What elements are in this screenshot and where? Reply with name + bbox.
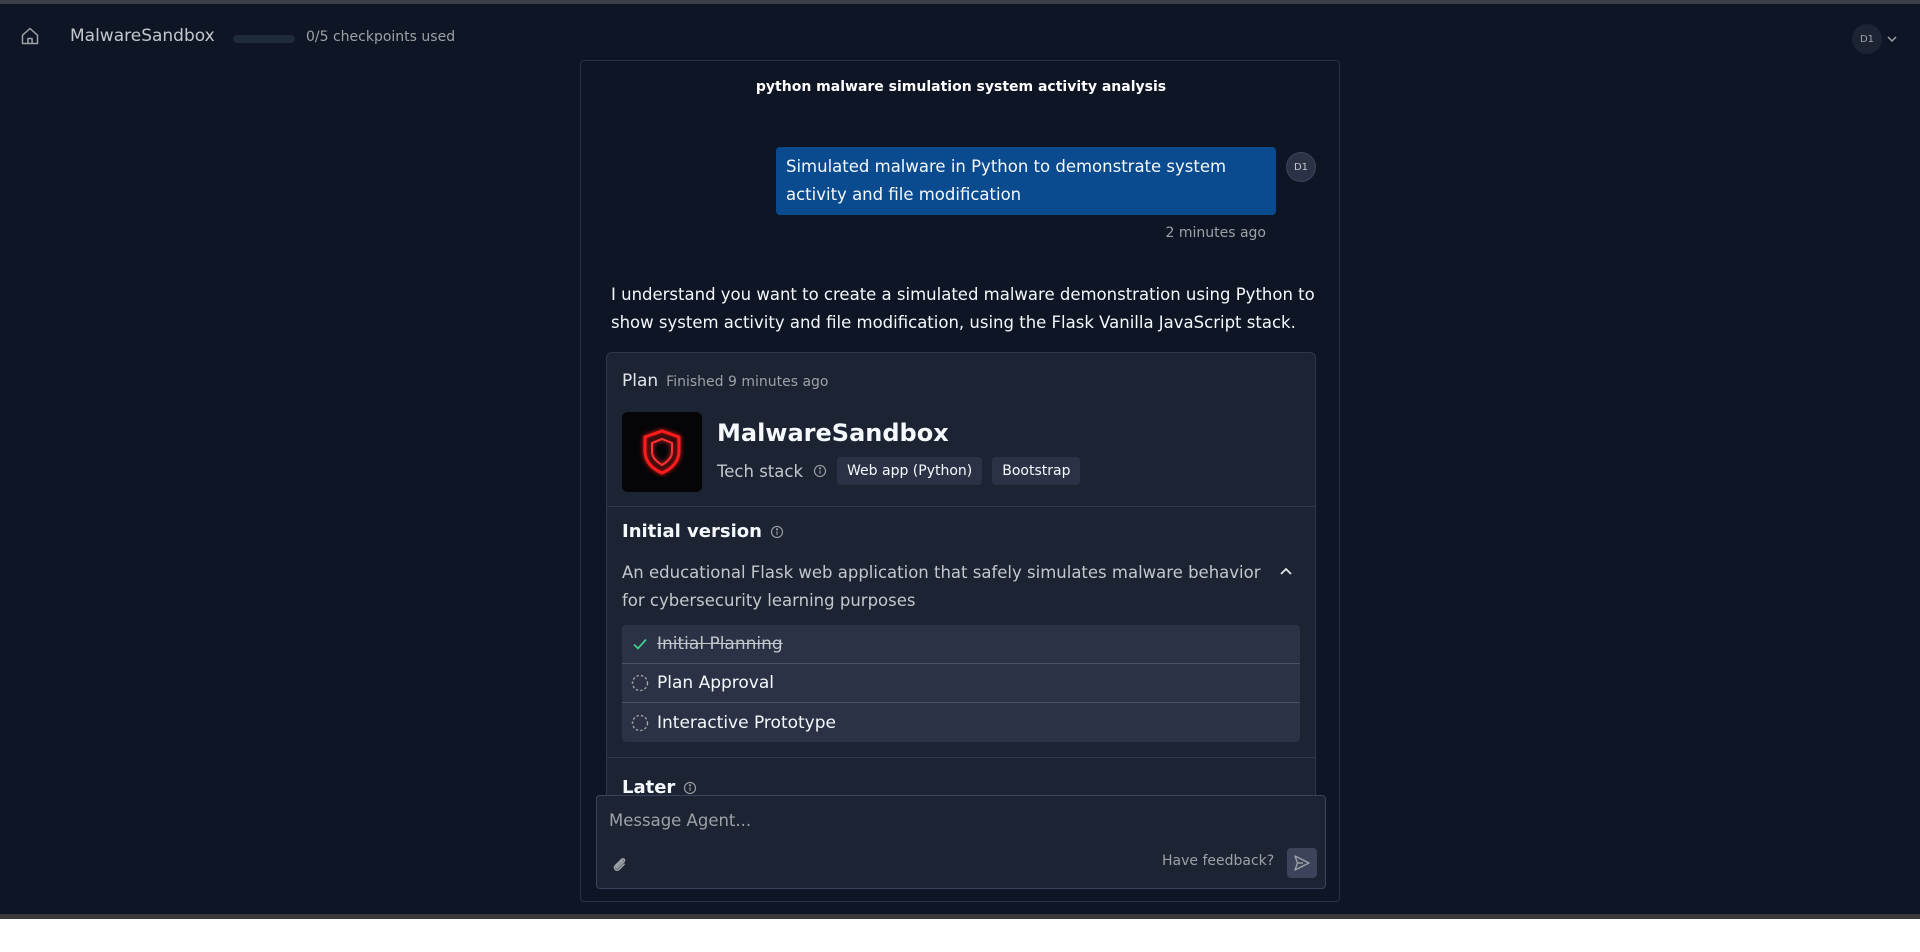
plan-header: Plan Finished 9 minutes ago bbox=[622, 371, 828, 391]
chevron-down-icon bbox=[1887, 36, 1897, 43]
initial-version-heading: Initial version bbox=[622, 521, 784, 542]
plan-status: Finished 9 minutes ago bbox=[666, 374, 829, 390]
plan-label: Plan bbox=[622, 371, 659, 391]
step-interactive-prototype[interactable]: Interactive Prototype bbox=[622, 703, 1300, 742]
checkpoints-progress-bar bbox=[233, 35, 295, 43]
user-message: Simulated malware in Python to demonstra… bbox=[776, 147, 1276, 215]
pending-circle-icon bbox=[631, 674, 649, 692]
chat-panel: python malware simulation system activit… bbox=[580, 60, 1340, 902]
step-plan-approval[interactable]: Plan Approval bbox=[622, 664, 1300, 703]
checkpoints-used-label: 0/5 checkpoints used bbox=[306, 29, 456, 45]
pending-circle-icon bbox=[631, 714, 649, 731]
initial-version-description: An educational Flask web application tha… bbox=[622, 563, 1261, 610]
top-header: MalwareSandbox 0/5 checkpoints used D1 bbox=[0, 4, 1920, 64]
step-label: Interactive Prototype bbox=[657, 712, 836, 733]
message-composer: Have feedback? bbox=[596, 795, 1326, 889]
step-initial-planning[interactable]: Initial Planning bbox=[622, 625, 1300, 664]
agent-message: I understand you want to create a simula… bbox=[611, 285, 1315, 332]
divider bbox=[607, 506, 1315, 507]
info-icon[interactable] bbox=[770, 525, 784, 539]
app-name[interactable]: MalwareSandbox bbox=[70, 26, 215, 46]
info-icon[interactable] bbox=[683, 781, 697, 795]
tech-tag: Web app (Python) bbox=[837, 457, 983, 485]
tech-stack-row: Tech stack Web app (Python) Bootstrap bbox=[717, 457, 1081, 485]
project-name: MalwareSandbox bbox=[717, 419, 949, 447]
project-logo bbox=[622, 412, 702, 492]
initial-version-title: Initial version bbox=[622, 521, 762, 542]
paperclip-icon[interactable] bbox=[609, 854, 629, 874]
check-icon bbox=[633, 638, 647, 650]
home-icon[interactable] bbox=[20, 26, 40, 46]
feedback-link[interactable]: Have feedback? bbox=[1162, 853, 1274, 869]
step-list: Initial Planning Plan Approval Interacti… bbox=[622, 625, 1300, 742]
tech-tag: Bootstrap bbox=[992, 457, 1081, 485]
divider bbox=[607, 757, 1315, 758]
tech-stack-label: Tech stack bbox=[717, 461, 804, 481]
chevron-up-icon[interactable] bbox=[1277, 563, 1295, 581]
below-window-area bbox=[0, 919, 1920, 952]
shield-icon bbox=[643, 429, 681, 475]
step-label: Plan Approval bbox=[657, 673, 774, 693]
info-icon[interactable] bbox=[813, 464, 827, 478]
step-label: Initial Planning bbox=[657, 634, 783, 654]
send-button[interactable] bbox=[1287, 848, 1317, 878]
message-timestamp: 2 minutes ago bbox=[1165, 225, 1266, 241]
plan-card: Plan Finished 9 minutes ago MalwareSandb… bbox=[606, 352, 1316, 812]
user-avatar: D1 bbox=[1852, 24, 1882, 54]
send-icon bbox=[1294, 855, 1310, 871]
chat-title: python malware simulation system activit… bbox=[755, 79, 1167, 95]
user-menu[interactable]: D1 bbox=[1852, 24, 1898, 54]
message-input[interactable] bbox=[609, 806, 1309, 834]
message-avatar: D1 bbox=[1286, 152, 1316, 182]
